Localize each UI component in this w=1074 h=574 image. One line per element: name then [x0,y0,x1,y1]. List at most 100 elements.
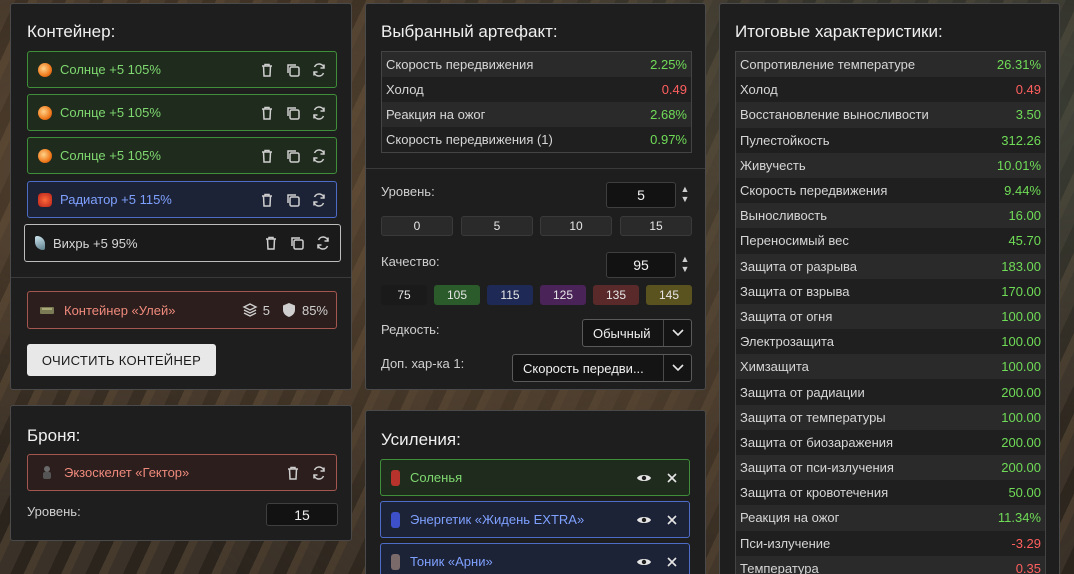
totals-row: Защита от радиации 200.00 [736,379,1045,405]
totals-stat-value: 100.00 [1001,359,1041,375]
trash-icon[interactable] [258,191,276,209]
container-slot[interactable]: Вихрь +5 95% [24,224,341,262]
boost-name: Соленья [410,470,463,485]
refresh-icon[interactable] [310,61,328,79]
armor-panel: Броня: Экзоскелет «Гектор» Уровень: 15 [10,405,352,541]
selected-stats-table: Скорость передвижения 2.25% Холод 0.49 Реакц… [381,51,692,153]
refresh-icon[interactable] [310,104,328,122]
totals-stat-name: Сопротивление температуре [740,57,916,73]
chevron-down-icon [663,355,691,381]
totals-stat-name: Реакция на ожог [740,510,840,526]
totals-title: Итоговые характеристики: [735,22,943,41]
copy-icon[interactable] [288,234,306,252]
container-slot[interactable]: Солнце +5 105% [27,94,337,131]
totals-row: Пси-излучение -3.29 [736,530,1045,556]
stat-value: 2.68% [650,107,687,122]
level-preset-button[interactable]: 15 [620,216,692,236]
boost-item-icon [391,469,400,486]
level-preset-button[interactable]: 10 [540,216,612,236]
quality-preset-button[interactable]: 145 [646,285,692,305]
eye-icon[interactable] [635,511,653,529]
armor-level-input[interactable]: 15 [266,503,338,526]
extra-stat-label: Доп. хар-ка 1: [381,356,465,371]
boosts-title: Усиления: [381,430,461,449]
eye-icon[interactable] [635,553,653,571]
trash-icon[interactable] [258,61,276,79]
refresh-icon[interactable] [310,147,328,165]
quality-preset-button[interactable]: 75 [381,285,427,305]
copy-icon[interactable] [284,191,302,209]
trash-icon[interactable] [258,104,276,122]
stat-row: Скорость передвижения 2.25% [382,52,691,77]
totals-stat-name: Защита от взрыва [740,283,850,299]
divider [366,168,705,169]
clear-container-button[interactable]: ОЧИСТИТЬ КОНТЕЙНЕР [27,344,216,376]
trash-icon[interactable] [258,147,276,165]
totals-stat-value: 0.35 [1015,560,1041,574]
totals-row: Химзащита 100.00 [736,354,1045,380]
armor-item[interactable]: Экзоскелет «Гектор» [27,454,337,491]
totals-row: Сопротивление температуре 26.31% [736,52,1045,78]
level-preset-button[interactable]: 0 [381,216,453,236]
boost-item[interactable]: Соленья [380,459,690,496]
level-preset-button[interactable]: 5 [461,216,533,236]
totals-row: Защита от взрыва 170.00 [736,278,1045,304]
refresh-icon[interactable] [310,464,328,482]
totals-row: Выносливость 16.00 [736,203,1045,229]
refresh-icon[interactable] [310,191,328,209]
quality-spinner[interactable]: ▲ ▼ [679,254,691,274]
extra-stat-select[interactable]: Скорость передви... [512,354,692,382]
container-box-icon [38,301,56,319]
totals-stat-value: 100.00 [1001,334,1041,350]
totals-stat-name: Защита от температуры [740,409,886,425]
boost-item[interactable]: Энергетик «Жидень EXTRA» [380,501,690,538]
stat-row: Реакция на ожог 2.68% [382,102,691,127]
refresh-icon[interactable] [314,234,332,252]
container-slot[interactable]: Солнце +5 105% [27,51,337,88]
container-title: Контейнер: [27,22,116,41]
eye-icon[interactable] [635,469,653,487]
copy-icon[interactable] [284,104,302,122]
totals-stat-name: Защита от пси-излучения [740,460,894,476]
container-panel: Контейнер: Солнце +5 105% Солнце +5 105% С… [10,3,352,390]
trash-icon[interactable] [262,234,280,252]
totals-stat-value: 200.00 [1001,460,1041,476]
slot-label: Солнце +5 105% [60,105,161,120]
totals-stat-name: Защита от разрыва [740,258,858,274]
level-input[interactable]: 5 [606,182,676,208]
totals-stat-value: 45.70 [1008,233,1041,249]
quality-preset-button[interactable]: 135 [593,285,639,305]
selected-artifact-title: Выбранный артефакт: [381,22,558,41]
totals-stat-name: Защита от биозаражения [740,434,894,450]
totals-stat-value: 26.31% [996,57,1041,73]
close-icon[interactable] [663,469,681,487]
copy-icon[interactable] [284,147,302,165]
quality-input[interactable]: 95 [606,252,676,278]
quality-preset-button[interactable]: 125 [540,285,586,305]
container-slots-count: 5 [262,302,270,318]
stat-name: Скорость передвижения [386,57,534,72]
totals-stat-name: Холод [740,82,778,98]
stat-row: Холод 0.49 [382,77,691,102]
quality-preset-button[interactable]: 105 [434,285,480,305]
close-icon[interactable] [663,511,681,529]
boosts-panel: Усиления: Соленья Энергетик «Жидень EXTRA… [365,410,706,574]
level-spinner[interactable]: ▲ ▼ [679,184,691,204]
rarity-select[interactable]: Обычный [582,319,692,347]
totals-stat-name: Защита от огня [740,308,833,324]
totals-row: Скорость передвижения 9.44% [736,177,1045,204]
container-slot[interactable]: Радиатор +5 115% [27,181,337,218]
container-item[interactable]: Контейнер «Улей» 5 85% [27,291,337,329]
chevron-down-icon [663,320,691,346]
totals-panel: Итоговые характеристики: Сопротивление т… [719,3,1060,574]
boost-item[interactable]: Тоник «Арни» [380,543,690,574]
totals-row: Температура 0.35 [736,555,1045,574]
sun-artifact-icon [38,148,52,163]
exoskeleton-icon [38,464,56,482]
copy-icon[interactable] [284,61,302,79]
container-slot[interactable]: Солнце +5 105% [27,137,337,174]
quality-preset-button[interactable]: 115 [487,285,533,305]
trash-icon[interactable] [284,464,302,482]
close-icon[interactable] [663,553,681,571]
stat-name: Реакция на ожог [386,107,486,122]
